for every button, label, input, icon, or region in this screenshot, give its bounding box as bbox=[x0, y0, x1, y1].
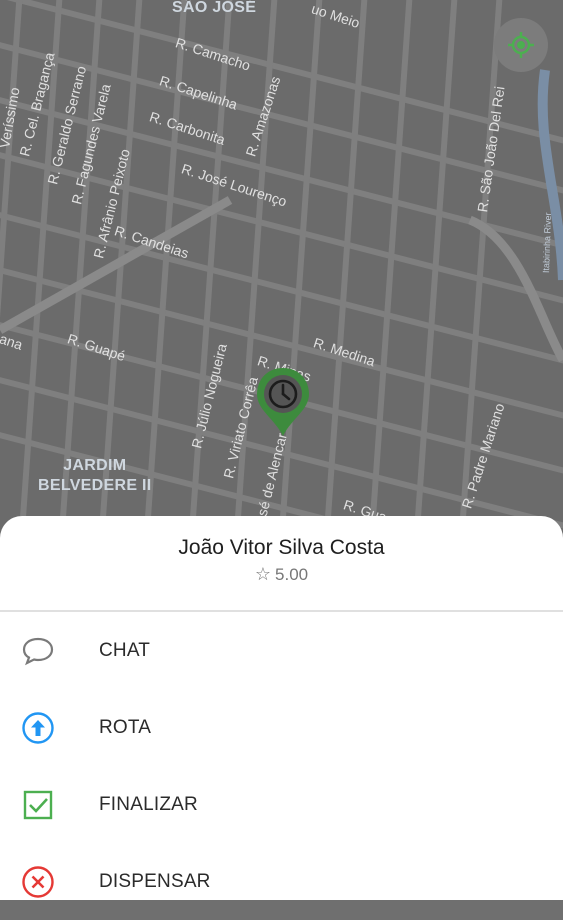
star-icon: ☆ bbox=[254, 564, 272, 584]
cancel-circle-icon bbox=[20, 864, 56, 900]
area-label: SÃO JOSÉ bbox=[172, 0, 257, 16]
dismiss-label: DISPENSAR bbox=[99, 870, 211, 892]
chat-label: CHAT bbox=[99, 639, 151, 661]
my-location-icon bbox=[508, 32, 534, 58]
route-action[interactable]: ROTA bbox=[0, 689, 563, 766]
dismiss-action[interactable]: DISPENSAR bbox=[0, 843, 563, 920]
rating-value: 5.00 bbox=[275, 564, 309, 584]
bottom-sheet: João Vitor Silva Costa ☆ 5.00 CHAT ROTA bbox=[0, 516, 563, 900]
chat-action[interactable]: CHAT bbox=[0, 612, 563, 689]
passenger-rating: ☆ 5.00 bbox=[255, 564, 308, 585]
arrow-up-circle-icon bbox=[20, 710, 56, 746]
finish-label: FINALIZAR bbox=[99, 793, 198, 815]
finish-action[interactable]: FINALIZAR bbox=[0, 766, 563, 843]
route-label: ROTA bbox=[99, 716, 152, 738]
check-box-icon bbox=[20, 787, 56, 823]
clock-pin-marker[interactable] bbox=[254, 366, 312, 438]
map-view[interactable]: SÃO JOSÉ R. Camacho uo Meio R. Capelinha… bbox=[0, 0, 563, 560]
street-label: Itabirinha River bbox=[541, 212, 554, 274]
chat-bubble-icon bbox=[20, 633, 56, 669]
passenger-name: João Vitor Silva Costa bbox=[178, 536, 385, 559]
my-location-button[interactable] bbox=[494, 18, 548, 72]
passenger-header: João Vitor Silva Costa ☆ 5.00 bbox=[0, 516, 563, 598]
neighborhood-label: JARDIM BELVEDERE II bbox=[38, 457, 152, 494]
